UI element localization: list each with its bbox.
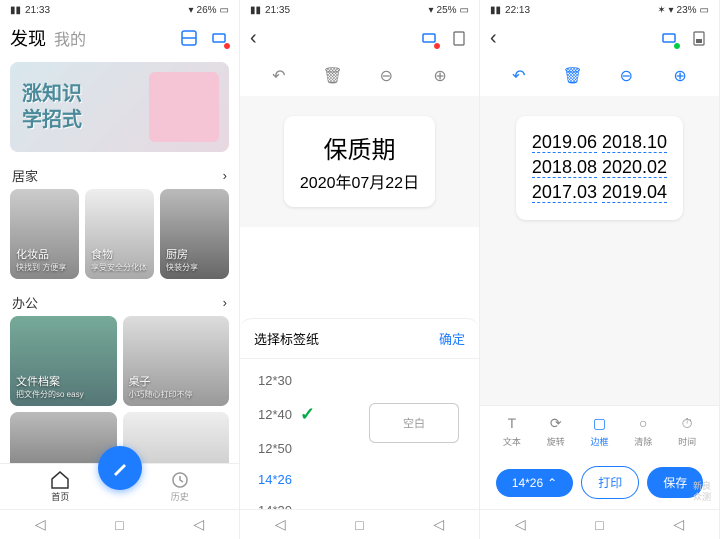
card-food[interactable]: 食物享受安全分化体 — [85, 189, 154, 279]
printer-icon[interactable] — [419, 28, 439, 48]
banner[interactable]: 涨知识学招式 — [10, 62, 229, 152]
nav-home-icon[interactable]: □ — [595, 517, 603, 533]
phone-screen-1: ▮▮21:33 ▾26%▭ 发现 我的 涨知识学招式 居家 › 化妆品快找到 方便… — [0, 0, 240, 539]
battery-icon — [689, 28, 709, 48]
fab-create[interactable] — [98, 446, 142, 490]
scan-icon[interactable] — [179, 28, 199, 48]
action-toolbar: T文本 ⟳旋转 ▢边框 ○清除 ⏱时间 — [480, 405, 719, 456]
size-sheet: 选择标签纸 确定 空白 12*30 12*40✓ 12*50 14*26 14*… — [240, 318, 479, 509]
printer-icon[interactable] — [659, 28, 679, 48]
plus-icon[interactable]: ⊕ — [670, 66, 690, 86]
top-tabs: 发现 我的 — [0, 20, 239, 56]
chevron-right-icon[interactable]: › — [223, 295, 227, 310]
chevron-right-icon[interactable]: › — [223, 168, 227, 183]
check-icon: ✓ — [300, 404, 315, 425]
action-text[interactable]: T文本 — [503, 414, 521, 448]
sheet-confirm[interactable]: 确定 — [439, 329, 465, 348]
action-rotate[interactable]: ⟳旋转 — [547, 414, 565, 448]
nav-recent-icon[interactable]: ◁ — [433, 516, 444, 533]
delete-icon[interactable]: 🗑 — [323, 66, 343, 86]
printer-icon[interactable] — [209, 28, 229, 48]
action-clear[interactable]: ○清除 — [634, 414, 652, 448]
edit-toolbar: ↶ 🗑 ⊖ ⊕ — [480, 56, 719, 96]
canvas[interactable]: 2019.06 2018.10 2018.08 2020.02 2017.03 … — [480, 96, 719, 405]
banner-image — [149, 72, 219, 142]
watermark: 新良众测 — [693, 481, 711, 503]
status-bar: ▮▮22:13 ✶ ▾23%▭ — [480, 0, 719, 20]
size-option[interactable]: 12*30 — [240, 365, 479, 396]
system-nav: ◁ □ ◁ — [0, 509, 239, 539]
back-icon[interactable]: ‹ — [490, 27, 497, 50]
system-nav: ◁ □ ◁ — [480, 509, 719, 539]
action-border[interactable]: ▢边框 — [590, 414, 608, 448]
editor-header: ‹ — [240, 20, 479, 56]
bottom-nav: 首页 历史 — [0, 463, 239, 509]
nav-home-icon[interactable]: □ — [355, 517, 363, 533]
tab-mine[interactable]: 我的 — [54, 26, 86, 50]
nav-back-icon[interactable]: ◁ — [35, 516, 46, 533]
card-desk[interactable]: 桌子小巧随心打印不停 — [123, 316, 230, 406]
editor-header: ‹ — [480, 20, 719, 56]
edit-toolbar: ↶ 🗑 ⊖ ⊕ — [240, 56, 479, 96]
card-cable[interactable]: 电源线 — [123, 412, 230, 463]
undo-icon[interactable]: ↶ — [269, 66, 289, 86]
label-preview[interactable]: 保质期 2020年07月22日 — [284, 116, 435, 207]
section-office-title: 办公 — [12, 293, 38, 312]
plus-icon[interactable]: ⊕ — [430, 66, 450, 86]
nav-back-icon[interactable]: ◁ — [515, 516, 526, 533]
action-time[interactable]: ⏱时间 — [678, 414, 696, 448]
nav-recent-icon[interactable]: ◁ — [193, 516, 204, 533]
canvas[interactable]: 保质期 2020年07月22日 — [240, 96, 479, 227]
card-cosmetics[interactable]: 化妆品快找到 方便享 — [10, 189, 79, 279]
size-option[interactable]: 14*30 — [240, 495, 479, 509]
delete-icon[interactable]: 🗑 — [563, 66, 583, 86]
back-icon[interactable]: ‹ — [250, 27, 257, 50]
section-home-title: 居家 — [12, 166, 38, 185]
undo-icon[interactable]: ↶ — [509, 66, 529, 86]
phone-screen-2: ▮▮21:35 ▾25%▭ ‹ ↶ 🗑 ⊖ ⊕ 保质期 2020年07月22日 … — [240, 0, 480, 539]
chevron-up-icon: ⌃ — [547, 476, 557, 490]
status-bar: ▮▮21:35 ▾25%▭ — [240, 0, 479, 20]
nav-history[interactable]: 历史 — [171, 471, 189, 503]
status-bar: ▮▮21:33 ▾26%▭ — [0, 0, 239, 20]
minus-icon[interactable]: ⊖ — [616, 66, 636, 86]
nav-home-icon[interactable]: □ — [115, 517, 123, 533]
tab-discover[interactable]: 发现 — [10, 25, 46, 51]
print-button[interactable]: 打印 — [581, 466, 639, 499]
card-kitchen[interactable]: 厨房快装分享 — [160, 189, 229, 279]
size-button[interactable]: 14*26⌃ — [496, 469, 573, 497]
size-option-selected[interactable]: 14*26 — [240, 464, 479, 495]
battery-icon — [449, 28, 469, 48]
sheet-title: 选择标签纸 — [254, 329, 319, 348]
phone-screen-3: ▮▮22:13 ✶ ▾23%▭ ‹ ↶ 🗑 ⊖ ⊕ 2019.06 2018.1… — [480, 0, 720, 539]
label-preview[interactable]: 2019.06 2018.10 2018.08 2020.02 2017.03 … — [516, 116, 683, 220]
card-files[interactable]: 文件档案把文件分的so easy — [10, 316, 117, 406]
template-blank[interactable]: 空白 — [369, 403, 459, 443]
nav-home[interactable]: 首页 — [50, 471, 70, 503]
nav-back-icon[interactable]: ◁ — [275, 516, 286, 533]
nav-recent-icon[interactable]: ◁ — [673, 516, 684, 533]
system-nav: ◁ □ ◁ — [240, 509, 479, 539]
minus-icon[interactable]: ⊖ — [376, 66, 396, 86]
bottom-buttons: 14*26⌃ 打印 保存 — [480, 456, 719, 509]
